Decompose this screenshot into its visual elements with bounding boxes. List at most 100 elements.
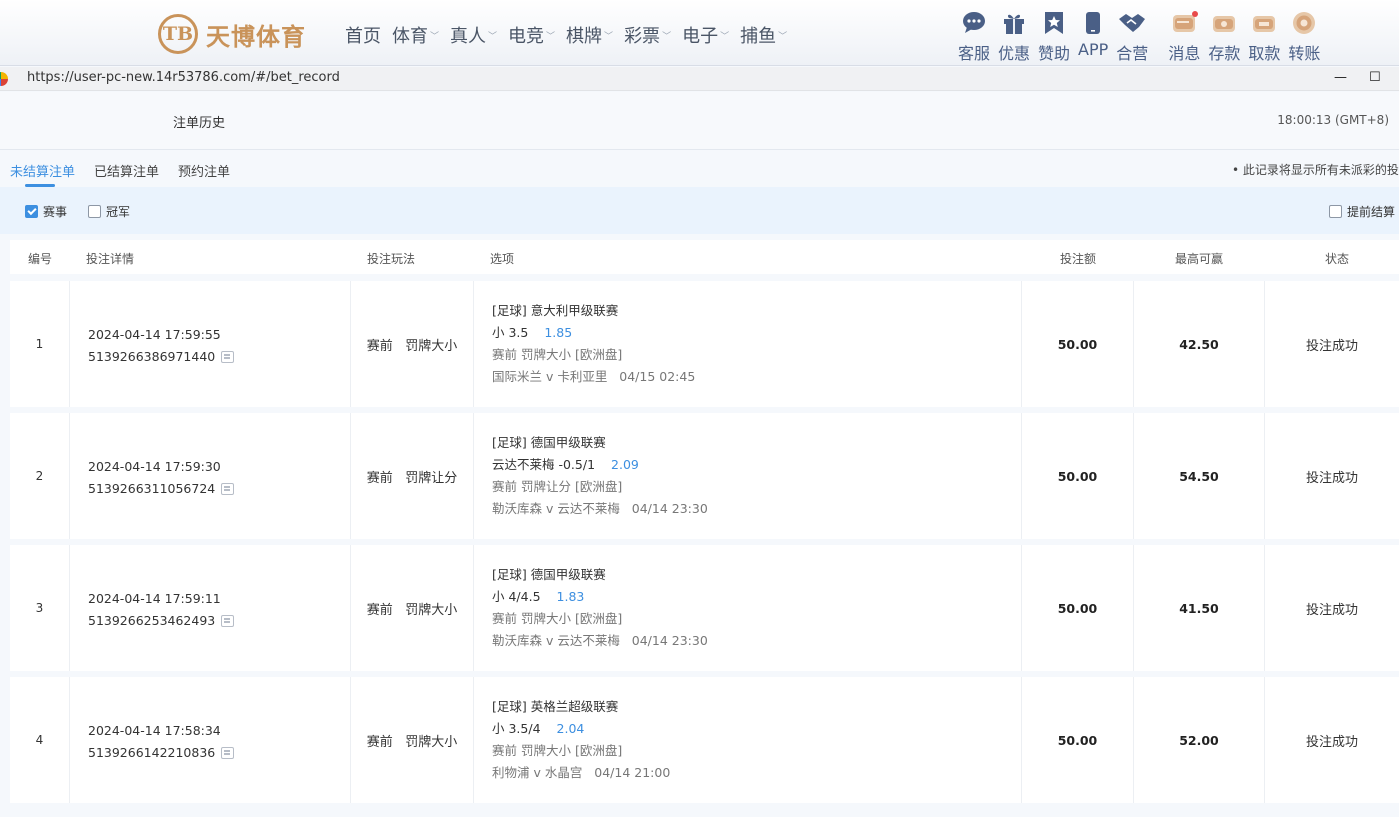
- nav-label: 合营: [1116, 44, 1149, 63]
- row-number: 4: [10, 677, 70, 803]
- col-header-play: 投注玩法: [367, 252, 416, 266]
- order-id: 5139266253462493: [88, 613, 216, 628]
- pick: 小 3.5: [492, 325, 529, 340]
- nav-item-sports[interactable]: 体育 ﹀: [392, 22, 439, 48]
- bet-time: 2024-04-14 17:59:11: [88, 591, 221, 606]
- nav-transfer[interactable]: 转账: [1288, 10, 1320, 64]
- match-name: 勒沃库森 v 云达不莱梅: [492, 501, 620, 516]
- bet-status: 投注成功: [1305, 470, 1358, 486]
- browser-favicon-icon: [0, 72, 8, 86]
- nav-deposit[interactable]: 存款: [1208, 10, 1240, 64]
- market: 赛前 罚牌大小 [欧洲盘]: [492, 743, 623, 758]
- nav-label: 取款: [1248, 44, 1281, 63]
- copy-icon[interactable]: [221, 615, 235, 627]
- market: 赛前 罚牌大小 [欧洲盘]: [492, 347, 623, 362]
- bet-record-tabs: 未结算注单 已结算注单 预约注单 • 此记录将显示所有未派彩的投: [0, 151, 1399, 187]
- tab-settled[interactable]: 已结算注单: [94, 161, 159, 180]
- nav-messages[interactable]: 消息: [1168, 10, 1200, 64]
- bet-selection: [足球] 意大利甲级联赛 小 3.5 1.85 赛前 罚牌大小 [欧洲盘] 国际米…: [474, 281, 1022, 407]
- filter-early-settle-checkbox[interactable]: 提前结算: [1329, 203, 1395, 220]
- nav-item-home[interactable]: 首页: [345, 22, 381, 48]
- nav-label: 真人: [450, 26, 487, 47]
- copy-icon[interactable]: [221, 483, 235, 495]
- table-row: 1 2024-04-14 17:59:55 5139266386971440 赛…: [10, 281, 1399, 407]
- gift-icon: [1002, 10, 1026, 36]
- max-win: 42.50: [1134, 281, 1265, 407]
- checkbox-label: 冠军: [106, 205, 131, 219]
- checkbox-label: 赛事: [43, 205, 68, 219]
- tab-reserved[interactable]: 预约注单: [178, 161, 230, 180]
- nav-customer-service[interactable]: 客服: [958, 10, 990, 64]
- match-time: 04/14 23:30: [631, 633, 708, 648]
- filter-champion-checkbox[interactable]: 冠军: [88, 203, 130, 220]
- filter-bar: 赛事 冠军 提前结算: [0, 187, 1399, 234]
- nav-withdraw[interactable]: 取款: [1248, 10, 1280, 64]
- col-header-amount: 投注额: [1060, 252, 1097, 266]
- match-name: 国际米兰 v 卡利亚里: [492, 369, 608, 384]
- nav-item-slots[interactable]: 电子 ﹀: [682, 22, 729, 48]
- row-number: 1: [10, 281, 70, 407]
- odds: 1.83: [556, 589, 585, 604]
- brand-name: 天博体育: [206, 22, 306, 51]
- filter-event-checkbox[interactable]: 赛事: [25, 203, 67, 220]
- nav-item-chess-cards[interactable]: 棋牌 ﹀: [566, 22, 613, 48]
- league-name: [足球] 德国甲级联赛: [492, 435, 606, 450]
- nav-partnership[interactable]: 合营: [1116, 10, 1148, 64]
- nav-item-esports[interactable]: 电竞 ﹀: [508, 22, 555, 48]
- market: 赛前 罚牌大小 [欧洲盘]: [492, 611, 623, 626]
- checkbox-checked-icon: [25, 205, 38, 218]
- nav-item-lottery[interactable]: 彩票 ﹀: [624, 22, 671, 48]
- transfer-icon: [1290, 10, 1318, 36]
- bet-selection: [足球] 英格兰超级联赛 小 3.5/4 2.04 赛前 罚牌大小 [欧洲盘] 利…: [474, 677, 1022, 803]
- checkbox-unchecked-icon: [1329, 205, 1342, 218]
- copy-icon[interactable]: [221, 351, 235, 363]
- match-time: 04/14 23:30: [631, 501, 708, 516]
- bet-play-type: 赛前 罚牌大小: [351, 281, 474, 407]
- brand-logo[interactable]: TB 天博体育: [158, 14, 306, 54]
- bet-detail: 2024-04-14 17:59:11 5139266253462493: [70, 545, 351, 671]
- bet-status: 投注成功: [1305, 734, 1358, 750]
- row-number: 2: [10, 413, 70, 539]
- bet-detail: 2024-04-14 17:58:34 5139266142210836: [70, 677, 351, 803]
- col-header-selection: 选项: [490, 252, 515, 266]
- copy-icon[interactable]: [221, 747, 235, 759]
- nav-label: 首页: [345, 26, 381, 47]
- nav-label: 消息: [1168, 44, 1201, 63]
- bet-detail: 2024-04-14 17:59:30 5139266311056724: [70, 413, 351, 539]
- nav-promotions[interactable]: 优惠: [998, 10, 1030, 64]
- minimize-button[interactable]: —: [1334, 70, 1347, 85]
- match-time: 04/14 21:00: [594, 765, 671, 780]
- nav-label: 客服: [958, 44, 991, 63]
- bet-selection: [足球] 德国甲级联赛 云达不莱梅 -0.5/1 2.09 赛前 罚牌让分 [欧洲…: [474, 413, 1022, 539]
- nav-item-live-casino[interactable]: 真人 ﹀: [450, 22, 497, 48]
- col-header-status: 状态: [1325, 252, 1350, 266]
- checkbox-unchecked-icon: [88, 205, 101, 218]
- nav-label: APP: [1078, 40, 1109, 59]
- maximize-button[interactable]: ☐: [1369, 70, 1381, 85]
- nav-label: 棋牌: [566, 26, 603, 47]
- url-text[interactable]: https://user-pc-new.14r53786.com/#/bet_r…: [27, 70, 340, 85]
- bet-selection: [足球] 德国甲级联赛 小 4/4.5 1.83 赛前 罚牌大小 [欧洲盘] 勒沃…: [474, 545, 1022, 671]
- chevron-down-icon: ﹀: [662, 31, 672, 42]
- bet-status: 投注成功: [1305, 602, 1358, 618]
- table-row: 2 2024-04-14 17:59:30 5139266311056724 赛…: [10, 413, 1399, 539]
- col-header-detail: 投注详情: [86, 252, 135, 266]
- page-header: 注单历史 18:00:13 (GMT+8): [0, 92, 1399, 150]
- bet-amount: 50.00: [1022, 413, 1134, 539]
- chevron-down-icon: ﹀: [546, 31, 556, 42]
- pick: 小 4/4.5: [492, 589, 541, 604]
- chat-bubble-icon: [961, 10, 987, 36]
- nav-sponsorship[interactable]: 赞助: [1038, 10, 1070, 64]
- table-header: 编号 投注详情 投注玩法 选项 投注额 最高可赢 状态: [10, 240, 1399, 274]
- pick: 小 3.5/4: [492, 721, 541, 736]
- bet-amount: 50.00: [1022, 281, 1134, 407]
- nav-label: 电子: [682, 26, 719, 47]
- browser-url-bar: https://user-pc-new.14r53786.com/#/bet_r…: [0, 67, 1399, 91]
- nav-label: 捕鱼: [740, 26, 777, 47]
- nav-label: 转账: [1288, 44, 1321, 63]
- withdraw-icon: [1250, 10, 1278, 36]
- nav-item-fishing[interactable]: 捕鱼 ﹀: [740, 22, 787, 48]
- nav-app[interactable]: APP: [1078, 10, 1108, 64]
- order-id: 5139266311056724: [88, 481, 216, 496]
- tab-unsettled[interactable]: 未结算注单: [10, 161, 75, 180]
